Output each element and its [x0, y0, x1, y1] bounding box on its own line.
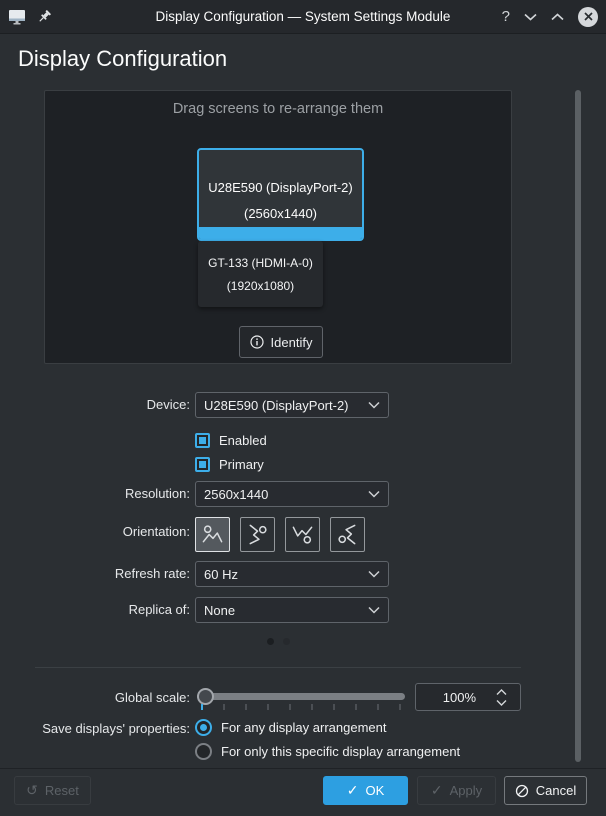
undo-icon: ↺ — [26, 782, 38, 798]
screen-name: U28E590 (DisplayPort-2) — [208, 180, 353, 195]
vertical-scrollbar[interactable] — [575, 90, 581, 762]
page-dot-active[interactable] — [267, 638, 274, 645]
enabled-checkbox[interactable]: Enabled — [195, 432, 267, 448]
screen-box-primary[interactable]: U28E590 (DisplayPort-2) (2560x1440) — [197, 148, 364, 241]
screen-name: GT-133 (HDMI-A-0) — [208, 256, 313, 270]
global-scale-value: 100% — [442, 689, 476, 705]
radio-selected-icon — [195, 718, 212, 736]
orientation-landscape-flipped-button[interactable] — [285, 517, 320, 552]
enabled-label: Enabled — [219, 432, 267, 448]
apply-label: Apply — [449, 783, 483, 798]
prohibit-icon — [515, 784, 529, 798]
page-title: Display Configuration — [18, 46, 228, 71]
primary-label: Primary — [219, 456, 264, 472]
global-scale-spinbox[interactable]: 100% — [415, 683, 521, 711]
orientation-label: Orientation: — [122, 524, 190, 539]
identify-label: Identify — [270, 334, 313, 350]
chevron-down-icon — [368, 401, 380, 409]
panel-strip — [199, 227, 362, 239]
landscape-icon — [201, 523, 224, 546]
primary-checkbox[interactable]: Primary — [195, 456, 264, 472]
radio-label: For any display arrangement — [221, 719, 387, 735]
checkbox-checked-icon — [195, 456, 210, 472]
refresh-rate-label: Refresh rate: — [114, 566, 190, 581]
drag-hint: Drag screens to re-arrange them — [172, 101, 384, 117]
checkbox-checked-icon — [195, 432, 210, 448]
device-value: U28E590 (DisplayPort-2) — [204, 397, 349, 413]
spin-down-icon[interactable] — [496, 699, 507, 706]
portrait-flipped-icon — [336, 523, 359, 546]
orientation-portrait-button[interactable] — [240, 517, 275, 552]
info-icon — [249, 335, 264, 349]
separator — [35, 667, 521, 668]
spin-up-icon[interactable] — [496, 688, 507, 696]
landscape-flipped-icon — [291, 523, 314, 546]
screen-resolution: (1920x1080) — [226, 279, 295, 293]
resolution-label: Resolution: — [124, 486, 190, 501]
cancel-label: Cancel — [535, 783, 577, 798]
global-scale-slider-handle[interactable] — [197, 688, 214, 705]
slider-ticks — [201, 704, 401, 710]
shade-icon[interactable] — [524, 13, 537, 21]
pin-icon[interactable] — [36, 9, 52, 25]
maximize-icon[interactable] — [551, 12, 564, 21]
resolution-value: 2560x1440 — [204, 486, 269, 502]
identify-button[interactable]: Identify — [239, 326, 323, 358]
page-dot[interactable] — [283, 638, 290, 645]
page-indicator — [267, 638, 290, 645]
screen-box-secondary[interactable]: GT-133 (HDMI-A-0) (1920x1080) — [198, 241, 323, 307]
chevron-down-icon — [368, 570, 380, 578]
replica-of-label: Replica of: — [128, 602, 190, 617]
help-icon[interactable]: ? — [502, 8, 510, 25]
chevron-down-icon — [368, 606, 380, 614]
screen-arrangement-canvas: Drag screens to re-arrange them U28E590 … — [44, 90, 512, 364]
portrait-icon — [246, 523, 269, 546]
chevron-down-icon — [368, 490, 380, 498]
resolution-dropdown[interactable]: 2560x1440 — [195, 481, 389, 507]
close-icon[interactable] — [578, 6, 598, 27]
orientation-portrait-flipped-button[interactable] — [330, 517, 365, 552]
global-scale-label: Global scale: — [114, 690, 190, 705]
radio-label: For only this specific display arrangeme… — [221, 743, 461, 759]
reset-label: Reset — [44, 783, 79, 798]
radio-unselected-icon — [195, 742, 212, 760]
screen-resolution: (2560x1440) — [244, 206, 317, 221]
apply-button[interactable]: ✓ Apply — [417, 776, 496, 805]
cancel-button[interactable]: Cancel — [504, 776, 587, 805]
radio-any-arrangement[interactable]: For any display arrangement — [195, 718, 386, 736]
global-scale-slider-track[interactable] — [197, 693, 405, 700]
device-label: Device: — [146, 397, 190, 412]
radio-specific-arrangement[interactable]: For only this specific display arrangeme… — [195, 742, 460, 760]
reset-button[interactable]: ↺ Reset — [14, 776, 91, 805]
refresh-rate-dropdown[interactable]: 60 Hz — [195, 561, 389, 587]
replica-of-dropdown[interactable]: None — [195, 597, 389, 623]
device-dropdown[interactable]: U28E590 (DisplayPort-2) — [195, 392, 389, 418]
orientation-landscape-button[interactable] — [195, 517, 230, 552]
ok-label: OK — [365, 783, 385, 798]
replica-of-value: None — [204, 602, 236, 618]
refresh-rate-value: 60 Hz — [204, 566, 238, 582]
check-icon: ✓ — [430, 782, 443, 798]
titlebar: Display Configuration — System Settings … — [0, 0, 606, 34]
check-icon: ✓ — [346, 782, 359, 798]
save-properties-label: Save displays' properties: — [42, 721, 190, 736]
ok-button[interactable]: ✓ OK — [323, 776, 408, 805]
monitor-icon[interactable] — [8, 9, 26, 25]
button-bar: ↺ Reset ✓ OK ✓ Apply Cancel — [0, 768, 606, 816]
